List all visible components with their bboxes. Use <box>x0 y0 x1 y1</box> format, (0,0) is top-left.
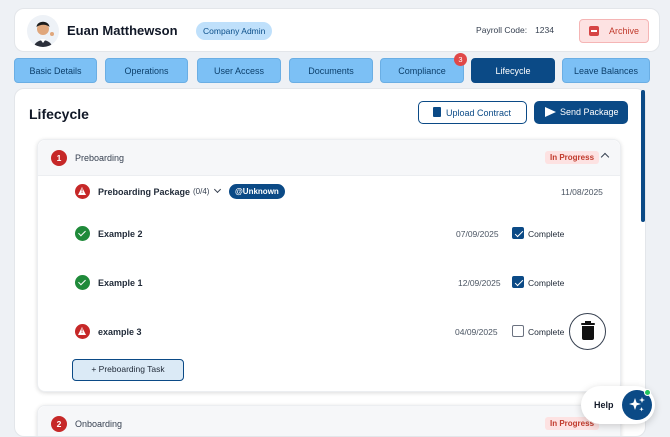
tab-basic-details[interactable]: Basic Details <box>14 58 97 83</box>
complete-checkbox[interactable] <box>512 325 524 337</box>
send-icon <box>545 107 556 117</box>
complete-label: Complete <box>528 327 565 337</box>
task-date: 12/09/2025 <box>458 278 501 288</box>
task-row: Example 1 12/09/2025 Complete <box>38 273 620 293</box>
archive-button-label: Archive <box>609 26 640 36</box>
tab-compliance-label: Compliance <box>398 66 446 76</box>
complete-checkbox[interactable] <box>512 276 524 288</box>
complete-label: Complete <box>528 278 565 288</box>
add-preboarding-task-button[interactable]: + Preboarding Task <box>72 359 184 381</box>
section-title: Preboarding <box>75 153 125 163</box>
avatar <box>27 15 59 47</box>
archive-button[interactable]: Archive <box>579 19 649 43</box>
payroll-code-value: 1234 <box>535 25 554 35</box>
warning-icon <box>75 184 90 199</box>
document-icon <box>433 107 441 117</box>
send-package-button[interactable]: Send Package <box>534 101 628 124</box>
role-badge: Company Admin <box>196 22 273 40</box>
check-circle-icon <box>75 275 90 290</box>
status-badge: In Progress <box>545 151 600 164</box>
package-name: Preboarding Package <box>98 187 191 197</box>
task-name: Example 2 <box>98 229 143 239</box>
trash-can-body <box>582 326 594 340</box>
tab-operations[interactable]: Operations <box>105 58 188 83</box>
preboarding-section-header[interactable]: 1 Preboarding In Progress <box>38 140 620 176</box>
task-row: example 3 04/09/2025 Complete <box>38 322 620 342</box>
archive-icon <box>589 26 599 36</box>
tab-user-access[interactable]: User Access <box>197 58 281 83</box>
delete-task-button[interactable] <box>569 313 606 350</box>
section-number-badge: 2 <box>51 416 67 432</box>
warning-icon <box>75 324 90 339</box>
onboarding-section-header[interactable]: 2 Onboarding In Progress <box>38 406 620 436</box>
onboarding-section: 2 Onboarding In Progress <box>37 405 621 436</box>
lifecycle-panel: Lifecycle Upload Contract Send Package 1… <box>14 88 646 437</box>
tab-lifecycle[interactable]: Lifecycle <box>471 58 555 83</box>
help-label: Help <box>594 400 614 410</box>
trash-icon <box>581 321 595 325</box>
employee-name: Euan Matthewson <box>67 23 178 38</box>
section-title: Onboarding <box>75 419 123 429</box>
tab-documents[interactable]: Documents <box>289 58 373 83</box>
send-package-label: Send Package <box>560 107 619 117</box>
page-title: Lifecycle <box>29 106 89 122</box>
package-count: (0/4) <box>193 187 210 196</box>
compliance-count-badge: 3 <box>454 53 467 66</box>
task-date: 07/09/2025 <box>456 229 499 239</box>
section-number-badge: 1 <box>51 150 67 166</box>
profile-tabs: Basic Details Operations User Access Doc… <box>14 53 670 83</box>
online-status-dot <box>644 389 651 396</box>
check-circle-icon <box>75 226 90 241</box>
task-name: Example 1 <box>98 278 143 288</box>
task-name: example 3 <box>98 327 142 337</box>
tab-leave-balances[interactable]: Leave Balances <box>562 58 650 83</box>
chevron-down-icon[interactable] <box>213 185 222 194</box>
payroll-code-label: Payroll Code: <box>476 25 528 35</box>
chevron-up-icon[interactable] <box>600 152 610 162</box>
task-row: Example 2 07/09/2025 Complete <box>38 224 620 244</box>
task-date: 04/09/2025 <box>455 327 498 337</box>
payroll-code: Payroll Code: 1234 <box>476 25 554 35</box>
scrollbar-thumb[interactable] <box>641 90 645 222</box>
package-date: 11/08/2025 <box>561 187 603 197</box>
complete-label: Complete <box>528 229 565 239</box>
complete-checkbox[interactable] <box>512 227 524 239</box>
employee-header: Euan Matthewson Company Admin Payroll Co… <box>14 8 660 52</box>
preboarding-section: 1 Preboarding In Progress Preboarding Pa… <box>37 139 621 392</box>
upload-contract-label: Upload Contract <box>446 108 512 118</box>
tab-compliance[interactable]: Compliance 3 <box>380 53 467 83</box>
assignee-badge[interactable]: @Unknown <box>229 184 285 199</box>
package-row: Preboarding Package (0/4) @Unknown 11/08… <box>38 182 620 202</box>
upload-contract-button[interactable]: Upload Contract <box>418 101 527 124</box>
